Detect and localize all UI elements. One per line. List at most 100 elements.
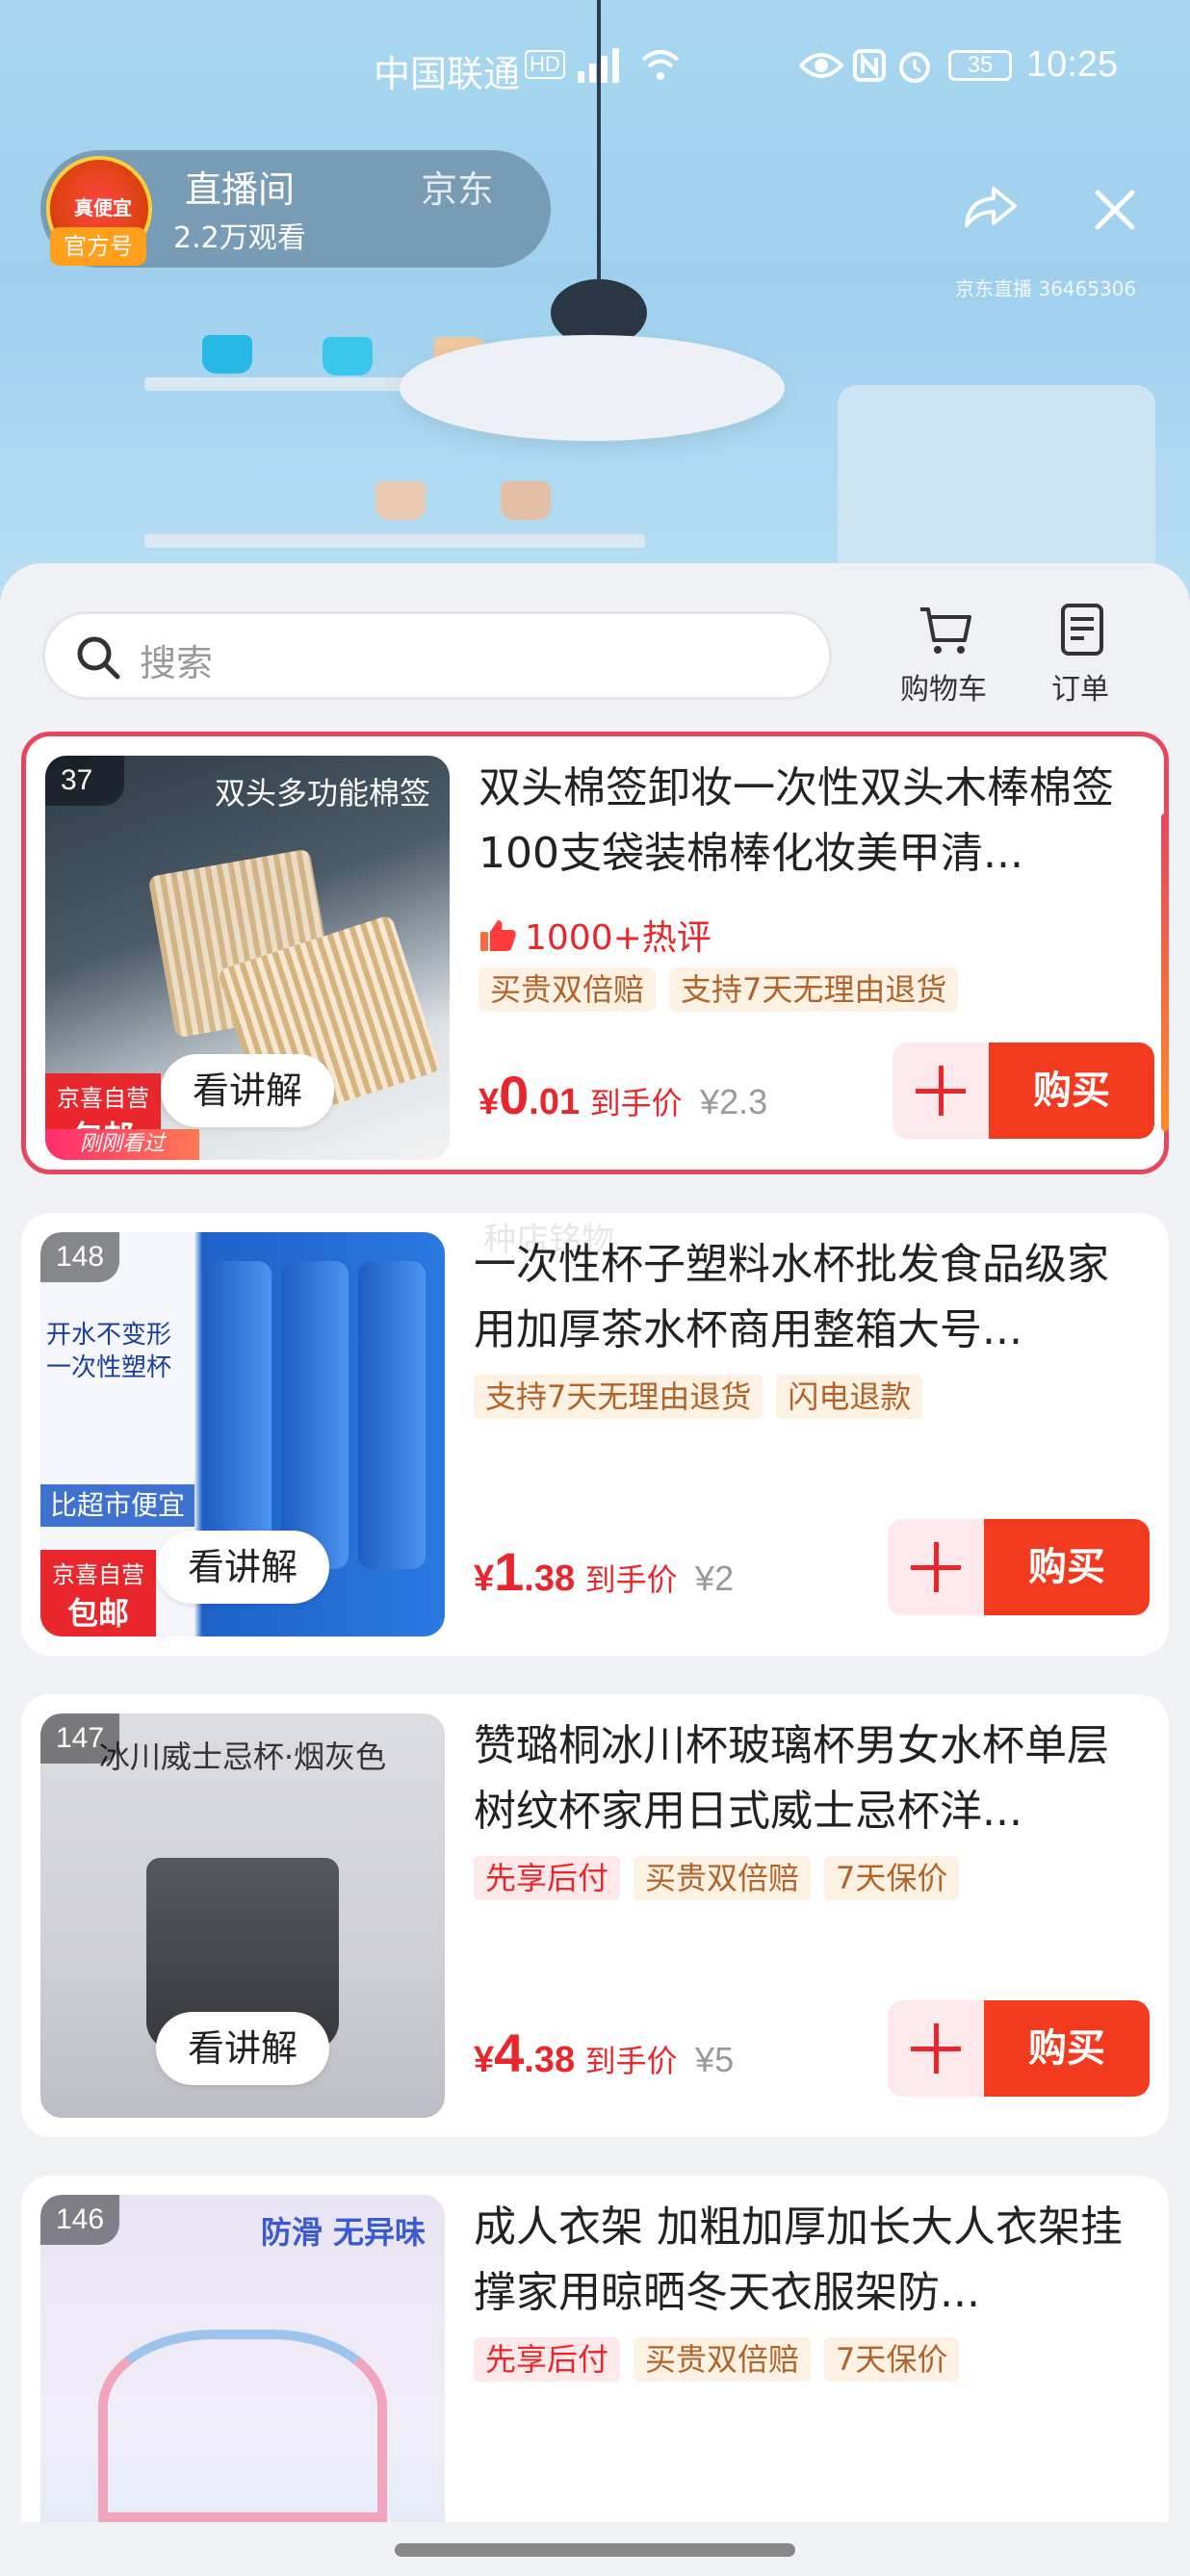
cart-button[interactable]: 购物车 <box>895 602 992 708</box>
product-sheet: 搜索 购物车 订单 双头多功能棉签 37 京喜自营 包邮 刚刚看过 看讲解 双 <box>0 563 1190 2576</box>
jd-badge-bottom: 包邮 <box>66 1595 129 1632</box>
product-image[interactable]: 冰川威士忌杯·烟灰色 147 看讲解 <box>40 1713 445 2118</box>
jd-badge-top: 京喜自营 <box>52 1561 144 1588</box>
product-number: 37 <box>45 756 124 806</box>
price: ¥4.38 到手价 ¥5 <box>474 2022 734 2084</box>
hot-review-text: 1000+热评 <box>525 918 711 958</box>
product-title[interactable]: 双头棉签卸妆一次性双头木棒棉签100支袋装棉棒化妆美甲清... <box>479 756 1152 887</box>
tag-list: 先享后付 买贵双倍赔 7天保价 <box>474 1856 960 1900</box>
service-tag: 先享后付 <box>474 1856 621 1900</box>
price-currency: ¥ <box>479 1082 500 1122</box>
lamp-shade <box>400 335 785 441</box>
explain-button[interactable]: 看讲解 <box>156 1531 329 1604</box>
share-icon[interactable] <box>961 183 1019 231</box>
thumbs-up-icon <box>480 920 516 951</box>
explain-button[interactable]: 看讲解 <box>156 2012 329 2085</box>
price-label: 到手价 <box>589 1085 683 1121</box>
price-currency: ¥ <box>474 1558 495 1599</box>
product-image[interactable]: 双头多功能棉签 37 京喜自营 包邮 刚刚看过 看讲解 <box>45 756 450 1160</box>
viewer-count: 2.2万观看 <box>173 221 306 255</box>
nfc-icon <box>853 49 886 82</box>
price-decimal: .38 <box>524 2040 576 2080</box>
order-icon <box>1061 604 1103 656</box>
price-integer: 0 <box>499 1065 530 1125</box>
hanger <box>98 2330 387 2522</box>
original-price: ¥2.3 <box>700 1082 768 1121</box>
order-button[interactable]: 订单 <box>1032 602 1128 708</box>
signal-icon <box>578 48 619 83</box>
product-title[interactable]: 成人衣架 加粗加厚加长大人衣架挂撑家用晾晒冬天衣服架防... <box>474 2195 1148 2326</box>
jd-selfrun-badge: 京喜自营 包邮 <box>40 1550 156 1636</box>
add-to-cart-button[interactable] <box>888 2000 984 2097</box>
price-currency: ¥ <box>474 2040 495 2080</box>
service-tag: 闪电退款 <box>776 1375 923 1419</box>
host-info[interactable]: 真便宜 官方号 直播间 京东 2.2万观看 <box>40 150 551 268</box>
buy-button[interactable]: 购买 <box>984 1519 1150 1615</box>
service-tag: 支持7天无理由退货 <box>474 1375 763 1419</box>
just-watched-tag: 刚刚看过 <box>45 1129 199 1160</box>
carrier-label: 中国联通 <box>374 55 521 95</box>
buy-button[interactable]: 购买 <box>984 2000 1150 2097</box>
cup <box>501 481 551 520</box>
cup-pack <box>281 1261 349 1569</box>
shelf <box>144 534 645 548</box>
product-number: 146 <box>40 2195 120 2245</box>
price-label: 到手价 <box>584 2043 678 2079</box>
price-integer: 4 <box>494 2022 525 2083</box>
close-icon[interactable] <box>1088 183 1142 237</box>
product-card[interactable]: 冰川威士忌杯·烟灰色 147 看讲解 赞璐桐冰川杯玻璃杯男女水杯单层树纹杯家用日… <box>21 1694 1169 2137</box>
price: ¥1.38 到手价 ¥2 <box>474 1540 734 1603</box>
hd-icon: HD <box>525 50 565 79</box>
explain-button[interactable]: 看讲解 <box>161 1054 334 1127</box>
product-card[interactable]: 防滑 无异味 146 成人衣架 加粗加厚加长大人衣架挂撑家用晾晒冬天衣服架防..… <box>21 2176 1169 2576</box>
tag-list: 买贵双倍赔 支持7天无理由退货 <box>479 967 959 1012</box>
battery-icon: 35 <box>948 50 1012 81</box>
product-title[interactable]: 一次性杯子塑料水杯批发食品级家用加厚茶水杯商用整箱大号... <box>474 1232 1148 1363</box>
plus-icon <box>939 1066 944 1116</box>
cart-label: 购物车 <box>900 673 987 707</box>
original-price: ¥5 <box>695 2040 735 2079</box>
wifi-icon <box>641 50 680 80</box>
price-label: 到手价 <box>584 1561 678 1598</box>
avatar-text: 真便宜 <box>74 196 132 219</box>
room-id: 京东直播 36465306 <box>955 277 1137 300</box>
product-image[interactable]: 开水不变形 一次性塑杯 148 比超市便宜 京喜自营 包邮 看讲解 <box>40 1232 445 1636</box>
host-name-scroll: 京东 <box>421 168 495 211</box>
host-name: 直播间 <box>185 168 296 211</box>
hot-review: 1000+热评 <box>479 910 711 960</box>
eye-icon <box>799 53 843 78</box>
official-badge: 官方号 <box>50 227 146 266</box>
service-tag: 支持7天无理由退货 <box>669 967 959 1012</box>
buy-button[interactable]: 购买 <box>989 1043 1154 1139</box>
price-decimal: .38 <box>524 1558 576 1599</box>
product-number: 148 <box>40 1232 120 1282</box>
product-image[interactable]: 防滑 无异味 146 <box>40 2195 445 2576</box>
add-to-cart-button[interactable] <box>888 1519 984 1615</box>
search-icon <box>77 636 120 680</box>
clock: 10:25 <box>1026 44 1119 85</box>
jd-badge-top: 京喜自营 <box>57 1085 149 1112</box>
service-tag: 先享后付 <box>474 2337 621 2382</box>
product-number: 147 <box>40 1713 120 1764</box>
search-input[interactable]: 搜索 <box>42 611 832 700</box>
alarm-icon <box>899 52 930 83</box>
price-integer: 1 <box>494 1541 525 1602</box>
plus-icon <box>934 1542 939 1592</box>
status-bar: 中国联通 HD 35 10:25 <box>0 39 1190 96</box>
price: ¥0.01 到手价 ¥2.3 <box>479 1064 767 1126</box>
cup-pack <box>358 1261 426 1569</box>
home-indicator[interactable] <box>395 2543 795 2557</box>
image-caption: 开水不变形 一次性塑杯 <box>46 1321 172 1382</box>
service-tag: 7天保价 <box>824 1856 960 1900</box>
cup <box>323 337 373 375</box>
cup <box>202 335 252 374</box>
product-card[interactable]: 种店铭物 开水不变形 一次性塑杯 148 比超市便宜 京喜自营 包邮 看讲解 一… <box>21 1213 1169 1656</box>
product-title[interactable]: 赞璐桐冰川杯玻璃杯男女水杯单层树纹杯家用日式威士忌杯洋... <box>474 1713 1148 1844</box>
cheaper-tag: 比超市便宜 <box>40 1484 195 1527</box>
add-to-cart-button[interactable] <box>892 1043 989 1139</box>
price-decimal: .01 <box>529 1082 581 1122</box>
product-card[interactable]: 双头多功能棉签 37 京喜自营 包邮 刚刚看过 看讲解 双头棉签卸妆一次性双头木… <box>21 732 1169 1174</box>
tag-list: 支持7天无理由退货 闪电退款 <box>474 1375 923 1419</box>
image-caption-box: 开水不变形 一次性塑杯 <box>46 1319 191 1463</box>
service-tag: 买贵双倍赔 <box>479 967 657 1012</box>
